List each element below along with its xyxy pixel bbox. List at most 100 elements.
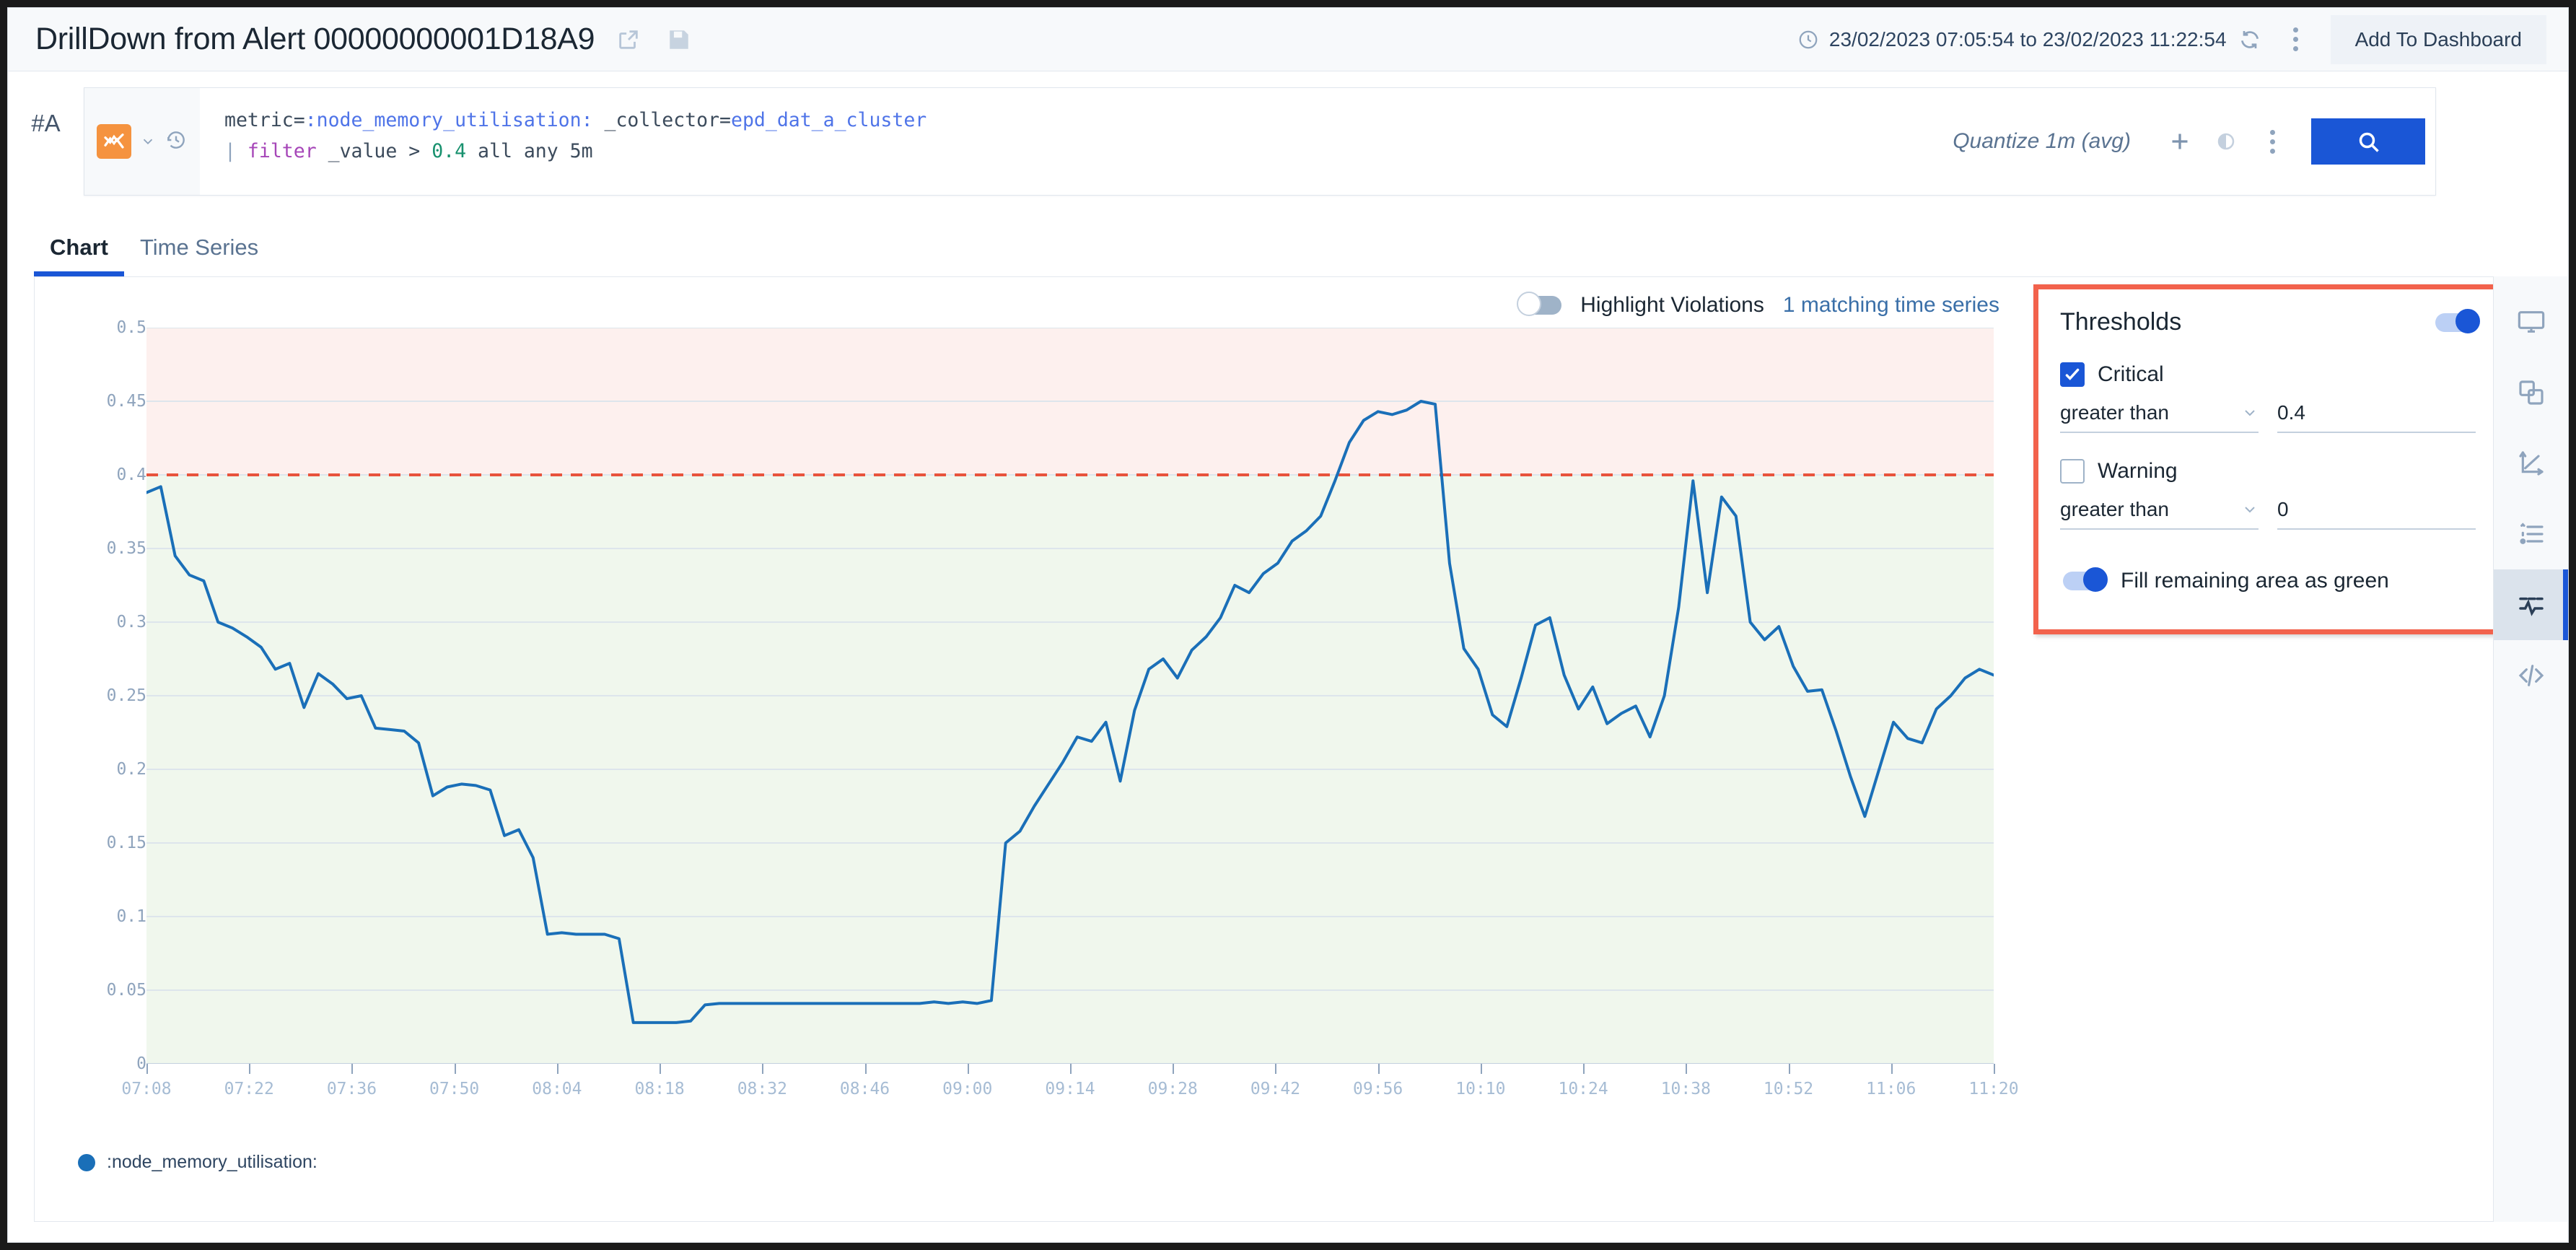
chevron-down-icon [2245,507,2255,513]
x-axis-ticks: 07:08 07:22 07:36 07:50 08:04 08:18 08:32 08:46… [121,1064,2019,1107]
fill-green-row: Fill remaining area as green [2060,567,2476,593]
page-title: DrillDown from Alert 00000000001D18A9 [35,22,595,56]
x-tick-mark [967,1064,969,1074]
warning-checkbox[interactable] [2060,459,2085,484]
highlight-violations-label: Highlight Violations [1580,293,1764,317]
legend-label: :node_memory_utilisation: [107,1152,317,1172]
x-tick-label: 09:14 [1045,1080,1095,1098]
query-l2-number: 0.4 [431,139,467,162]
thresholds-enable-toggle[interactable] [2435,308,2480,333]
options-rail [2493,276,2568,1222]
y-tick-label: 0.15 [106,834,146,852]
x-tick-label: 09:28 [1147,1080,1198,1098]
kebab-menu-icon[interactable] [2273,17,2319,63]
legend-color-dot [78,1153,95,1171]
quantize-label[interactable]: Quantize 1m (avg) [1953,129,2131,154]
time-range-text: 23/02/2023 07:05:54 to 23/02/2023 11:22:… [1828,27,2227,51]
critical-row: Critical [2060,362,2476,387]
x-tick-mark [146,1064,148,1074]
x-tick-label: 09:00 [942,1080,993,1098]
x-tick-label: 11:06 [1866,1080,1916,1098]
query-l1-mid: _collector= [592,109,732,131]
add-to-dashboard-button[interactable]: Add To Dashboard [2330,14,2546,64]
code-icon[interactable] [2494,640,2569,711]
x-tick-label: 10:38 [1660,1080,1711,1098]
plot-wrapper: metric=:node_memory_utilisation: 00.050.… [35,318,2019,1176]
warning-value-input[interactable]: 0 [2277,498,2476,530]
tab-time-series[interactable]: Time Series [124,235,274,276]
query-editor[interactable]: metric=:node_memory_utilisation: _collec… [84,87,2436,196]
x-tick-mark [660,1064,662,1074]
warning-value-text: 0 [2277,498,2289,520]
tab-chart[interactable]: Chart [34,235,124,276]
clock-icon [1797,29,1819,51]
monitor-display-icon[interactable] [2494,287,2569,357]
y-tick-label: 0.25 [106,686,146,705]
plus-icon[interactable] [2157,118,2203,165]
y-tick-label: 0.2 [116,760,146,779]
share-export-icon[interactable] [616,27,641,52]
highlight-violations-toggle[interactable] [1517,292,1562,316]
matching-series-link[interactable]: 1 matching time series [1783,293,1999,318]
query-l1-prefix: metric= [224,109,305,131]
time-range[interactable]: 23/02/2023 07:05:54 to 23/02/2023 11:22:… [1797,28,2227,51]
x-tick-mark [1891,1064,1893,1074]
critical-operator-select[interactable]: greater than [2060,401,2259,433]
chevron-down-icon[interactable] [140,134,156,149]
refresh-icon[interactable] [2227,17,2273,63]
critical-checkbox[interactable] [2060,362,2085,387]
x-tick-mark [864,1064,867,1074]
chart-legend[interactable]: :node_memory_utilisation: [78,1152,317,1173]
chevron-down-icon [2245,410,2255,416]
list-icon[interactable] [2494,499,2569,569]
warning-fields: greater than 0 [2060,498,2476,530]
toggle-knob [2455,308,2480,333]
x-tick-mark [1994,1064,1995,1074]
fill-green-label: Fill remaining area as green [2121,569,2389,593]
critical-value-input[interactable]: 0.4 [2277,401,2476,433]
x-tick-mark [1070,1064,1072,1074]
history-clock-icon[interactable] [165,128,188,155]
query-tools [84,88,200,195]
query-l2-tail: all any 5m [466,139,593,162]
x-tick-mark [1173,1064,1175,1074]
y-tick-label: 0 [136,1054,146,1073]
line-chart-plot[interactable] [146,328,1994,1064]
layers-icon[interactable] [2494,357,2569,428]
query-l2-mid: _value > [316,139,432,162]
x-tick-label: 08:32 [737,1080,787,1098]
x-tick-label: 07:50 [429,1080,480,1098]
query-kebab-menu-icon[interactable] [2249,118,2295,165]
critical-operator-value: greater than [2060,401,2169,424]
critical-fields: greater than 0.4 [2060,401,2476,433]
x-tick-label: 08:18 [634,1080,685,1098]
x-tick-label: 08:04 [532,1080,582,1098]
floppy-save-icon[interactable] [667,27,691,52]
chart-area: Highlight Violations 1 matching time ser… [35,277,2019,1221]
x-tick-label: 10:10 [1455,1080,1506,1098]
y-axis-ticks: 0 0.05 0.1 0.15 0.2 0.25 0.3 0.35 0.4 0.45 0.5 [78,318,146,1176]
y-tick-label: 0.4 [116,466,146,484]
x-tick-label: 07:36 [326,1080,377,1098]
query-text[interactable]: metric=:node_memory_utilisation: _collec… [200,88,926,167]
x-tick-mark [1686,1064,1688,1074]
search-icon[interactable] [2311,118,2425,165]
warning-label: Warning [2098,459,2178,483]
eye-visibility-icon[interactable] [2203,118,2249,165]
title-bar: DrillDown from Alert 00000000001D18A9 23… [8,8,2568,71]
view-tabs: Chart Time Series [8,216,2568,276]
query-l2-keyword: filter [247,139,317,162]
x-tick-label: 10:52 [1763,1080,1814,1098]
x-tick-mark [1275,1064,1277,1074]
x-tick-label: 09:56 [1353,1080,1403,1098]
x-tick-label: 08:46 [839,1080,890,1098]
x-tick-mark [1377,1064,1380,1074]
axes-icon[interactable] [2494,428,2569,499]
warning-operator-select[interactable]: greater than [2060,498,2259,530]
thresholds-title: Thresholds [2060,308,2182,336]
chart-type-icon[interactable] [97,124,131,159]
fill-green-toggle[interactable] [2063,567,2108,592]
thresholds-icon[interactable] [2493,569,2568,640]
x-tick-label: 11:20 [1968,1080,2019,1098]
y-tick-label: 0.5 [116,318,146,337]
